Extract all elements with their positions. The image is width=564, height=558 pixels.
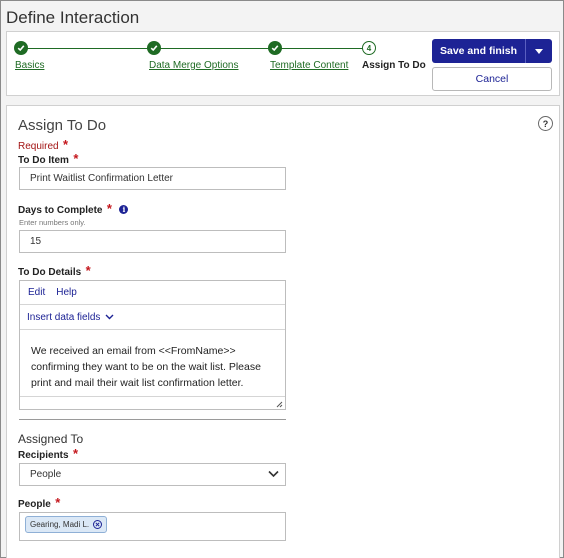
days-label-text: Days to Complete xyxy=(18,205,103,216)
people-label: People * xyxy=(18,494,60,512)
todo-item-input[interactable]: Print Waitlist Confirmation Letter xyxy=(19,167,286,190)
step-basics-link[interactable]: Basics xyxy=(15,60,44,71)
days-hint: Enter numbers only. xyxy=(19,218,86,227)
step-complete-icon xyxy=(268,41,282,55)
help-icon[interactable]: ? xyxy=(538,116,553,131)
remove-icon[interactable] xyxy=(93,520,103,529)
required-star: * xyxy=(85,263,91,278)
save-and-finish-button[interactable]: Save and finish xyxy=(432,39,526,63)
todo-details-label: To Do Details * xyxy=(18,262,91,280)
editor-menubar: Edit Help xyxy=(20,281,285,305)
recipients-label-text: Recipients xyxy=(18,450,69,461)
step-complete-icon xyxy=(147,41,161,55)
step-complete-icon xyxy=(14,41,28,55)
section-divider xyxy=(19,419,286,420)
save-options-dropdown[interactable] xyxy=(526,39,552,63)
editor-content[interactable]: We received an email from <<FromName>> c… xyxy=(20,330,285,396)
insert-data-fields-dropdown[interactable]: Insert data fields xyxy=(20,305,285,330)
todo-item-label: To Do Item * xyxy=(18,150,78,168)
editor-statusbar xyxy=(20,396,285,409)
todo-item-label-text: To Do Item xyxy=(18,155,69,166)
resize-grip-icon[interactable] xyxy=(275,400,283,408)
cancel-button[interactable]: Cancel xyxy=(432,67,552,91)
step-template-content-link[interactable]: Template Content xyxy=(270,60,348,71)
recipients-label: Recipients * xyxy=(18,445,78,463)
page-title: Define Interaction xyxy=(6,8,140,27)
section-title: Assign To Do xyxy=(18,117,107,134)
step-connector xyxy=(27,48,152,49)
step-assign-to-do: Assign To Do xyxy=(362,60,426,71)
days-to-complete-label: Days to Complete * i xyxy=(18,200,129,218)
people-label-text: People xyxy=(18,499,51,510)
editor-menu-edit[interactable]: Edit xyxy=(28,287,45,298)
chevron-down-icon xyxy=(268,470,279,478)
info-icon[interactable]: i xyxy=(119,205,129,214)
step-data-merge-options-link[interactable]: Data Merge Options xyxy=(149,60,239,71)
save-button-group: Save and finish xyxy=(432,39,552,63)
required-star: * xyxy=(106,201,112,216)
chevron-down-icon xyxy=(105,314,114,320)
editor-menu-help[interactable]: Help xyxy=(56,287,77,298)
recipients-selected-value: People xyxy=(30,469,62,480)
step-current-number: 4 xyxy=(362,41,376,55)
wizard-stepper: 4 Basics Data Merge Options Template Con… xyxy=(6,31,560,96)
step-connector xyxy=(160,48,273,49)
recipients-select[interactable]: People xyxy=(19,463,286,486)
people-picker[interactable]: Gearing, Madi L. xyxy=(19,512,286,541)
days-to-complete-input[interactable]: 15 xyxy=(19,230,286,253)
todo-details-editor: Edit Help Insert data fields We received… xyxy=(19,280,286,410)
caret-down-icon xyxy=(535,48,543,54)
step-connector xyxy=(281,48,363,49)
insert-data-fields-label: Insert data fields xyxy=(27,311,101,323)
details-label-text: To Do Details xyxy=(18,267,82,278)
required-star: * xyxy=(55,495,61,510)
required-star: * xyxy=(73,446,79,461)
window-frame: Define Interaction 4 Basics Data Merge O… xyxy=(0,0,564,558)
required-star: * xyxy=(73,151,79,166)
person-chip-label: Gearing, Madi L. xyxy=(30,520,90,529)
person-chip: Gearing, Madi L. xyxy=(25,516,108,533)
assign-todo-panel: ? Assign To Do Required * To Do Item * P… xyxy=(6,105,560,558)
assigned-to-title: Assigned To xyxy=(18,432,84,446)
